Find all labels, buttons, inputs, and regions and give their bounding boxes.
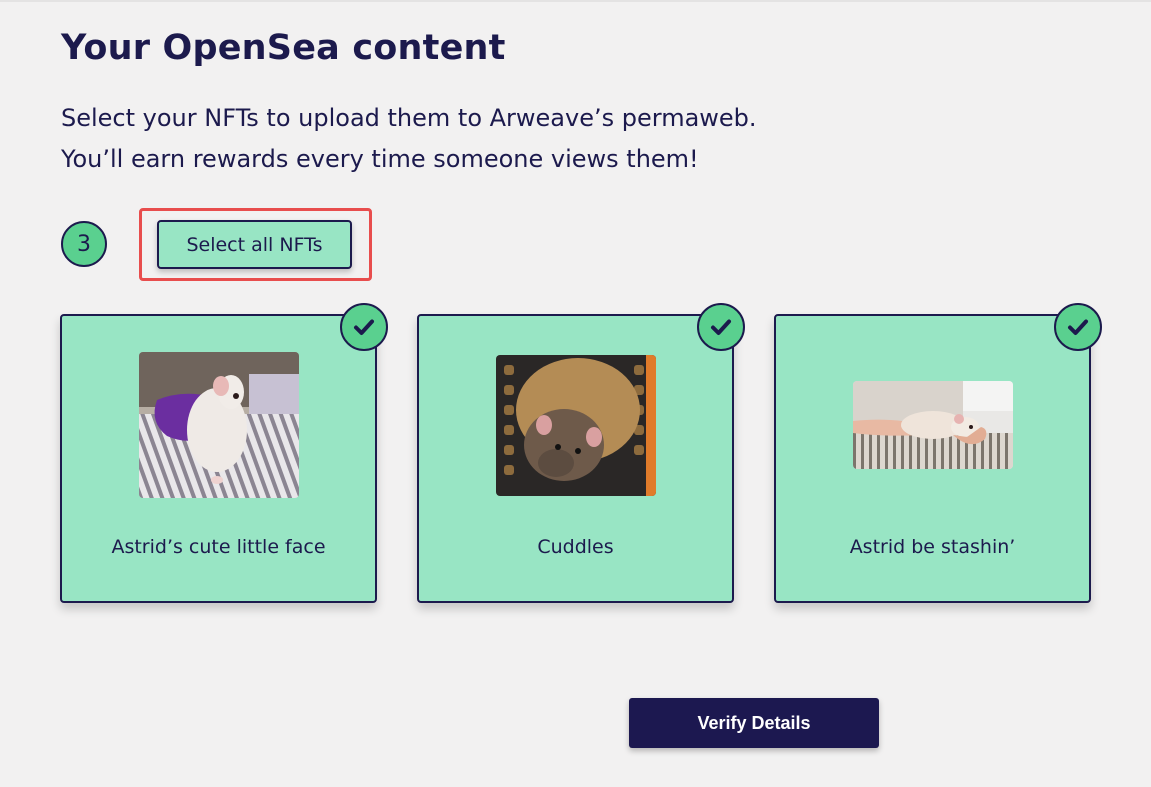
check-icon[interactable]: [340, 303, 388, 351]
nft-card[interactable]: Cuddles: [417, 303, 745, 603]
nft-thumbnail: [496, 355, 656, 496]
nft-thumbnail: [139, 352, 299, 498]
nft-card[interactable]: Astrid’s cute little face: [60, 303, 388, 603]
nft-name: Astrid’s cute little face: [111, 536, 326, 558]
check-icon[interactable]: [697, 303, 745, 351]
nft-name: Astrid be stashin’: [849, 536, 1016, 558]
page-subtitle: Select your NFTs to upload them to Arwea…: [61, 98, 757, 180]
step-count-badge: 3: [61, 221, 107, 267]
nft-name: Cuddles: [537, 536, 614, 558]
subtitle-line-1: Select your NFTs to upload them to Arwea…: [61, 104, 757, 132]
select-all-nfts-button[interactable]: Select all NFTs: [157, 220, 352, 269]
nft-card[interactable]: Astrid be stashin’: [774, 303, 1102, 603]
top-divider: [0, 0, 1151, 2]
subtitle-line-2: You’ll earn rewards every time someone v…: [61, 145, 699, 173]
page-title: Your OpenSea content: [61, 28, 506, 68]
check-icon[interactable]: [1054, 303, 1102, 351]
nft-thumbnail: [853, 381, 1013, 469]
verify-details-button[interactable]: Verify Details: [629, 698, 879, 748]
